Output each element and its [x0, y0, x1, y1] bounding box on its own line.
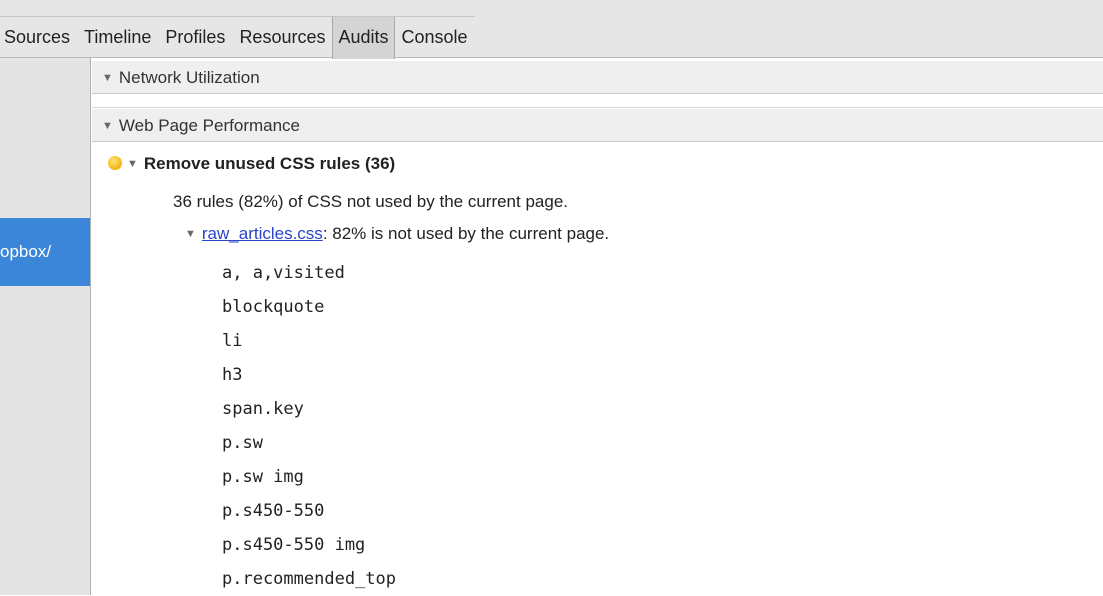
- tab-sources[interactable]: Sources: [0, 17, 77, 59]
- tab-profiles[interactable]: Profiles: [158, 17, 232, 59]
- audit-rule-title-row[interactable]: ▼ Remove unused CSS rules (36): [108, 154, 395, 174]
- audit-results: ▼ Network Utilization ▼ Web Page Performan…: [92, 58, 1103, 595]
- list-item: blockquote: [222, 297, 325, 317]
- audit-file-row[interactable]: ▼ raw_articles.css: 82% is not used by th…: [185, 224, 609, 244]
- list-item: span.key: [222, 399, 304, 419]
- triangle-down-icon[interactable]: ▼: [185, 228, 196, 240]
- audit-rule-title: Remove unused CSS rules (36): [143, 154, 396, 173]
- list-item: h3: [222, 365, 243, 385]
- unused-selector-list: a, a,visited blockquote li h3 span.key p…: [222, 256, 396, 596]
- file-message: : 82% is not used by the current page.: [322, 224, 610, 243]
- list-item: p.sw: [222, 433, 263, 453]
- list-item: li: [222, 331, 243, 351]
- css-file-link[interactable]: raw_articles.css: [202, 224, 323, 243]
- list-item: p.sw img: [222, 467, 304, 487]
- divider: [92, 94, 1103, 108]
- section-network-utilization[interactable]: ▼ Network Utilization: [92, 60, 1103, 94]
- section-web-page-performance[interactable]: ▼ Web Page Performance: [92, 108, 1103, 142]
- list-item: p.s450-550 img: [222, 535, 366, 555]
- sidebar-item-label: opbox/: [0, 242, 52, 261]
- audits-sidebar: opbox/: [0, 58, 91, 595]
- audit-rule-summary: 36 rules (82%) of CSS not used by the cu…: [173, 192, 569, 211]
- warning-dot-icon: [108, 156, 122, 170]
- tab-timeline[interactable]: Timeline: [77, 17, 158, 59]
- section-label: Web Page Performance: [118, 116, 301, 135]
- sidebar-item-selected[interactable]: opbox/: [0, 218, 90, 286]
- tab-audits[interactable]: Audits: [332, 17, 395, 59]
- list-item: p.recommended_top: [222, 569, 396, 589]
- panel-tabs: Sources Timeline Profiles Resources Audi…: [0, 16, 475, 59]
- tab-resources[interactable]: Resources: [232, 17, 332, 59]
- list-item: p.s450-550: [222, 501, 325, 521]
- list-item: a, a,visited: [222, 263, 345, 283]
- section-label: Network Utilization: [118, 68, 260, 87]
- triangle-down-icon[interactable]: ▼: [127, 158, 138, 170]
- triangle-down-icon[interactable]: ▼: [102, 61, 113, 95]
- triangle-down-icon[interactable]: ▼: [102, 109, 113, 143]
- tab-console[interactable]: Console: [395, 17, 475, 59]
- devtools-toolbar: Sources Timeline Profiles Resources Audi…: [0, 0, 1103, 59]
